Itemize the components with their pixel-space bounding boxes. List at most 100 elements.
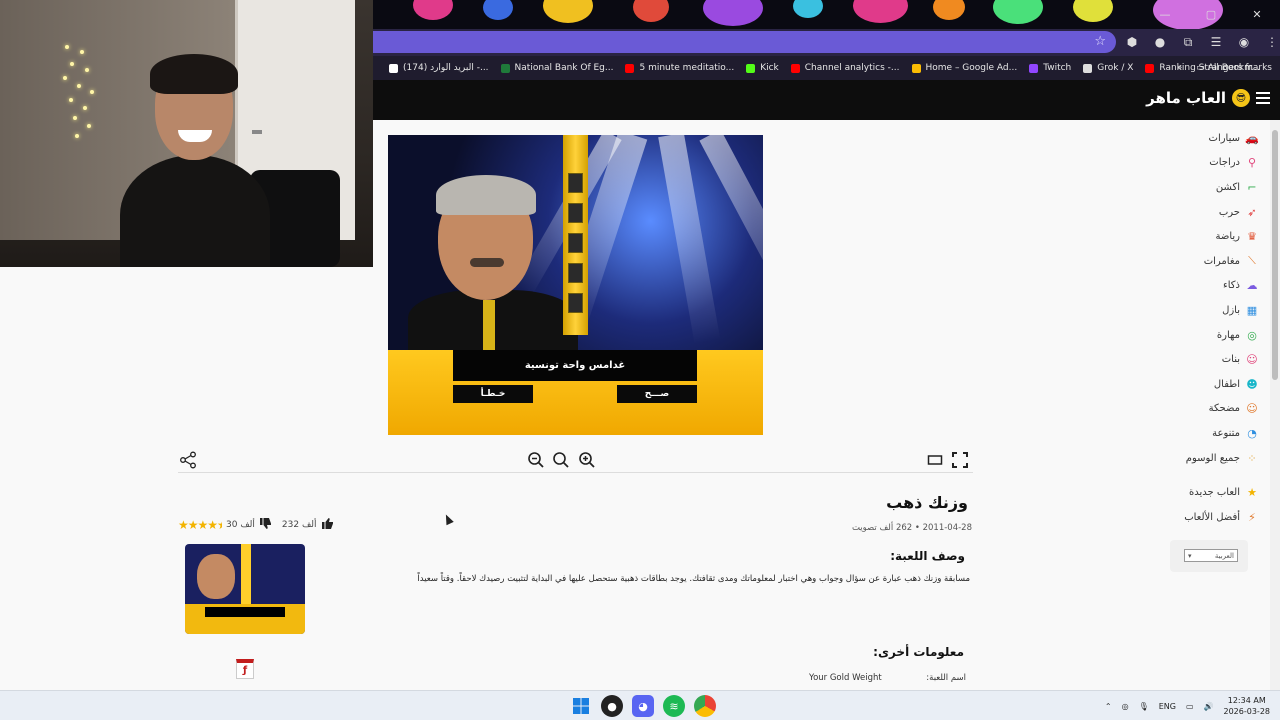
bookmark-item[interactable]: البريد الوارد ‏(174)‏ -... bbox=[383, 56, 495, 80]
sidebar-item[interactable]: ◔ متنوعة bbox=[1138, 421, 1258, 446]
fullscreen-icon[interactable] bbox=[950, 450, 970, 470]
answer-right-button[interactable]: صـــح bbox=[617, 385, 697, 403]
system-tray: ⌃ ◎ 🎙 ENG ▭ 🔊 12:34 AM 2026-03-28 bbox=[1105, 691, 1270, 720]
answer-wrong-button[interactable]: خـطـأ bbox=[453, 385, 533, 403]
sidebar-item[interactable]: ◎ مهارة bbox=[1138, 323, 1258, 348]
obs-icon[interactable]: ● bbox=[601, 695, 623, 717]
sidebar-item[interactable]: ⚡ أفضل الألعاب bbox=[1138, 505, 1258, 530]
reading-list-icon[interactable]: ☰ bbox=[1207, 33, 1225, 51]
zoom-reset-icon[interactable] bbox=[551, 450, 571, 470]
sidebar-item[interactable]: ⚲ دراجات bbox=[1138, 151, 1258, 176]
bookmark-item[interactable]: Channel analytics -... bbox=[785, 56, 906, 80]
screen: — ▢ ✕ ☆ ⬢ ● ⧉ ☰ ◉ ⋮ البريد الوارد ‏(174)… bbox=[0, 0, 1280, 720]
kebab-menu-icon[interactable]: ⋮ bbox=[1263, 33, 1280, 51]
address-bar[interactable]: ☆ bbox=[373, 31, 1116, 53]
maximize-button[interactable]: ▢ bbox=[1188, 0, 1234, 29]
site-header: 😎 العاب ماهر bbox=[373, 80, 1280, 120]
clock-date: 2026-03-28 bbox=[1223, 707, 1271, 716]
zoom-out-icon[interactable] bbox=[526, 450, 546, 470]
sidebar-item[interactable]: ➶ حرب bbox=[1138, 200, 1258, 225]
thumbs-down-icon[interactable] bbox=[259, 517, 272, 533]
sidebar-item[interactable]: ☻ اطفال bbox=[1138, 372, 1258, 397]
input-language[interactable]: ENG bbox=[1159, 702, 1176, 711]
youtube-icon bbox=[1145, 63, 1155, 73]
clock[interactable]: 12:34 AM 2026-03-28 bbox=[1224, 695, 1271, 717]
sidebar-item[interactable]: ▦ بازل bbox=[1138, 298, 1258, 323]
windows-start-icon[interactable] bbox=[570, 695, 592, 717]
bookmark-label: البريد الوارد ‏(174)‏ -... bbox=[403, 63, 489, 73]
bookmark-item[interactable]: National Bank Of Eg... bbox=[495, 56, 620, 80]
spotify-icon[interactable]: ≋ bbox=[663, 695, 685, 717]
game-thumbnail[interactable] bbox=[185, 544, 305, 634]
girl-icon: ☺ bbox=[1246, 353, 1258, 367]
bookmark-label: Twitch bbox=[1043, 63, 1072, 73]
bookmarks-right: » ▭ All Bookmarks bbox=[1177, 56, 1272, 80]
sidebar-item[interactable]: ☺ بنات bbox=[1138, 347, 1258, 372]
microphone-icon[interactable]: 🎙 bbox=[1139, 702, 1149, 711]
question-box: غدامس واحة تونسية bbox=[453, 350, 697, 381]
volume-icon[interactable]: 🔊 bbox=[1204, 702, 1214, 711]
extension-puzzle-icon[interactable]: ⬢ bbox=[1123, 33, 1141, 51]
bookmark-item[interactable]: Home – Google Ad... bbox=[906, 56, 1024, 80]
description-heading: وصف اللعبة: bbox=[890, 549, 965, 563]
thumbs-up-icon[interactable] bbox=[321, 517, 334, 533]
chevron-down-icon: ▾ bbox=[1188, 551, 1192, 560]
sidebar-item[interactable]: ★ العاب جديدة bbox=[1138, 480, 1258, 505]
more-bookmarks-icon[interactable]: » bbox=[1177, 63, 1183, 73]
sidebar-item-label: دراجات bbox=[1209, 157, 1240, 169]
close-window-button[interactable]: ✕ bbox=[1234, 0, 1280, 29]
hamburger-menu-icon[interactable] bbox=[1256, 92, 1270, 104]
sidebar-item[interactable]: ☺ مضحكة bbox=[1138, 397, 1258, 422]
bookmark-label: 5 minute meditatio... bbox=[639, 63, 735, 73]
sidebar-item-label: رياضة bbox=[1215, 231, 1240, 243]
bookmark-item[interactable]: Twitch bbox=[1023, 56, 1077, 80]
minimize-button[interactable]: — bbox=[1142, 0, 1188, 29]
webcam-overlay bbox=[0, 0, 373, 267]
sidebar-item-label: مغامرات bbox=[1203, 255, 1240, 267]
puzzle-icon: ▦ bbox=[1246, 303, 1258, 317]
all-bookmarks-button[interactable]: ▭ All Bookmarks bbox=[1196, 63, 1272, 73]
discord-icon[interactable]: ◕ bbox=[632, 695, 654, 717]
sidebar-item[interactable]: ♛ رياضة bbox=[1138, 224, 1258, 249]
bookmarks-bar: البريد الوارد ‏(174)‏ -... National Bank … bbox=[373, 56, 1280, 80]
chrome-icon[interactable] bbox=[694, 695, 716, 717]
kick-icon bbox=[746, 63, 756, 73]
bookmark-item[interactable]: 5 minute meditatio... bbox=[619, 56, 740, 80]
category-sidebar: 🚗 سيارات ⚲ دراجات ⌐ اكشن ➶ حرب ♛ رياضة ⟋ مغامرات ☁ ذك… bbox=[1138, 126, 1259, 530]
display-icon[interactable]: ▭ bbox=[1186, 702, 1194, 711]
theater-mode-icon[interactable] bbox=[925, 450, 945, 470]
game-meta: 2011-04-28 • 262 ألف تصويت bbox=[851, 523, 972, 533]
zoom-in-icon[interactable] bbox=[577, 450, 597, 470]
youtube-icon bbox=[625, 63, 635, 73]
scrollbar-thumb[interactable] bbox=[1272, 130, 1278, 380]
bookmark-item[interactable]: Kick bbox=[740, 56, 785, 80]
bookmark-item[interactable]: Grok / X bbox=[1077, 56, 1139, 80]
google-ads-icon bbox=[911, 63, 921, 73]
sidebar-item[interactable]: ⌐ اكشن bbox=[1138, 175, 1258, 200]
star-rating[interactable]: ★★★★★ bbox=[178, 518, 222, 532]
taskbar-apps: ● ◕ ≋ bbox=[570, 695, 716, 717]
game-frame[interactable]: غدامس واحة تونسية خـطـأ صـــح bbox=[388, 135, 763, 435]
site-logo[interactable]: 😎 العاب ماهر bbox=[1146, 89, 1250, 107]
flash-player-icon: ƒ bbox=[236, 659, 254, 679]
page-scrollbar[interactable] bbox=[1270, 120, 1280, 690]
sidebar-item[interactable]: 🚗 سيارات bbox=[1138, 126, 1259, 151]
extensions-icon[interactable]: ⧉ bbox=[1179, 33, 1197, 51]
network-icon[interactable]: ◎ bbox=[1122, 702, 1129, 711]
avatar-icon[interactable]: ◉ bbox=[1235, 33, 1253, 51]
bookmark-star-icon[interactable]: ☆ bbox=[1094, 34, 1106, 49]
rating-row: ★★★★★ 30 ألف 232 ألف bbox=[178, 517, 334, 533]
share-icon[interactable] bbox=[178, 450, 198, 470]
game-title: وزنك ذهب bbox=[886, 493, 968, 512]
bookmark-label: Channel analytics -... bbox=[804, 63, 900, 73]
language-select-value: العربية bbox=[1214, 551, 1234, 560]
language-select[interactable]: العربية ▾ bbox=[1184, 549, 1238, 562]
sidebar-item-label: جميع الوسوم bbox=[1185, 452, 1240, 464]
sidebar-item[interactable]: ⟋ مغامرات bbox=[1138, 249, 1258, 274]
sidebar-item[interactable]: ⁘ جميع الوسوم bbox=[1138, 446, 1258, 471]
game-name-label: اسم اللعبة: bbox=[926, 673, 966, 683]
chevron-up-icon[interactable]: ⌃ bbox=[1105, 702, 1112, 711]
profile-circle-icon[interactable]: ● bbox=[1151, 33, 1169, 51]
sidebar-item[interactable]: ☁ ذكاء bbox=[1138, 274, 1258, 299]
language-box: العربية ▾ bbox=[1170, 540, 1248, 572]
